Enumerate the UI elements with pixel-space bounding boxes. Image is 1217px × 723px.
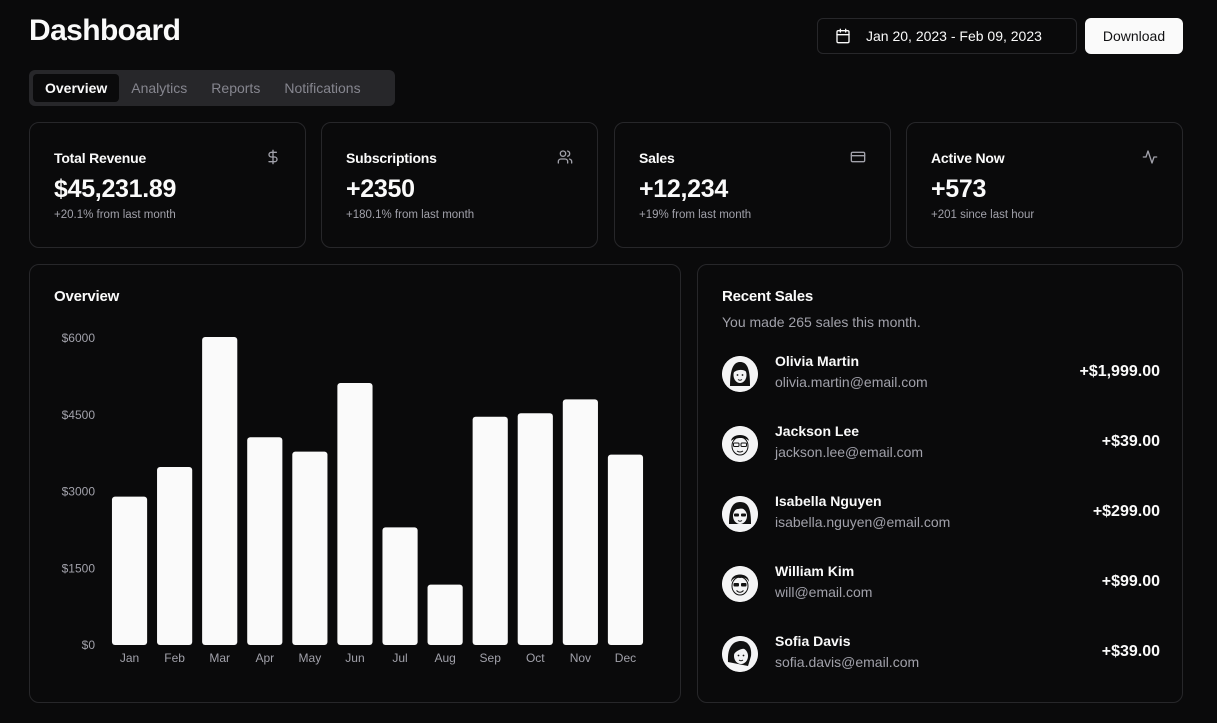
stat-card-active-now: Active Now +573 +201 since last hour — [906, 122, 1183, 248]
stat-card-subscriptions: Subscriptions +2350 +180.1% from last mo… — [321, 122, 598, 248]
sale-email: isabella.nguyen@email.com — [775, 514, 951, 530]
sale-amount: +$39.00 — [1101, 433, 1160, 450]
stat-card-sales: Sales +12,234 +19% from last month — [614, 122, 891, 248]
stat-value: +12,234 — [639, 175, 728, 203]
sale-row: Olivia Martin olivia.martin@email.com +$… — [722, 353, 1160, 397]
credit-card-icon — [850, 151, 866, 163]
sale-row: Isabella Nguyen isabella.nguyen@email.co… — [722, 493, 1160, 537]
sale-amount: +$299.00 — [1092, 503, 1160, 520]
stat-card-total-revenue: Total Revenue $45,231.89 +20.1% from las… — [29, 122, 306, 248]
x-tick-label: Jan — [120, 651, 139, 665]
dollar-icon — [268, 149, 278, 165]
bar-apr[interactable] — [247, 437, 283, 645]
avatar — [722, 636, 758, 672]
y-tick-label: $3000 — [62, 485, 96, 499]
x-tick-label: Mar — [209, 651, 230, 665]
y-tick-label: $4500 — [62, 408, 96, 422]
bar-nov[interactable] — [562, 399, 598, 645]
sale-email: sofia.davis@email.com — [775, 654, 920, 670]
sale-name: Jackson Lee — [775, 423, 860, 439]
date-range-label: Jan 20, 2023 - Feb 09, 2023 — [866, 28, 1042, 44]
overview-bar-chart: $0 $1500 $3000 $4500 $6000 Jan Feb Mar Apr May Jun… — [62, 331, 644, 665]
stat-sub: +19% from last month — [639, 209, 752, 221]
avatar-olivia-icon — [722, 356, 758, 392]
tab-reports[interactable]: Reports — [199, 74, 272, 102]
x-tick-label: Jul — [392, 651, 407, 665]
sale-row: Sofia Davis sofia.davis@email.com +$39.0… — [722, 633, 1160, 677]
avatar-william-icon — [722, 566, 758, 602]
activity-icon — [1142, 150, 1158, 164]
stat-value: +573 — [931, 175, 987, 203]
bar-aug[interactable] — [427, 584, 463, 645]
avatar — [722, 426, 758, 462]
stat-sub: +201 since last hour — [931, 209, 1035, 221]
x-tick-label: Feb — [164, 651, 185, 665]
bar-jun[interactable] — [337, 383, 373, 645]
recent-sales-title: Recent Sales — [722, 288, 813, 305]
sale-row: Jackson Lee jackson.lee@email.com +$39.0… — [722, 423, 1160, 467]
x-tick-label: Sep — [480, 651, 502, 665]
x-tick-label: Jun — [345, 651, 364, 665]
sale-amount: +$1,999.00 — [1079, 363, 1160, 380]
bar-mar[interactable] — [202, 336, 238, 645]
bar-feb[interactable] — [157, 466, 193, 645]
x-tick-label: Nov — [570, 651, 591, 665]
sale-email: will@email.com — [775, 584, 873, 600]
bar-jan[interactable] — [111, 496, 148, 645]
sale-name: Sofia Davis — [775, 633, 851, 649]
y-tick-label: $0 — [82, 638, 96, 652]
date-range-picker[interactable]: Jan 20, 2023 - Feb 09, 2023 — [817, 18, 1077, 54]
x-tick-label: Oct — [526, 651, 545, 665]
sale-amount: +$39.00 — [1101, 643, 1160, 660]
avatar — [722, 566, 758, 602]
stat-value: $45,231.89 — [54, 175, 177, 203]
sale-name: Olivia Martin — [775, 353, 860, 369]
avatar-sofia-icon — [722, 636, 758, 672]
stat-value: +2350 — [346, 175, 415, 203]
sale-email: olivia.martin@email.com — [775, 374, 928, 390]
stat-sub: +20.1% from last month — [54, 209, 176, 221]
tab-analytics[interactable]: Analytics — [119, 74, 199, 102]
avatar — [722, 496, 758, 532]
sale-amount: +$99.00 — [1101, 573, 1160, 590]
stat-sub: +180.1% from last month — [346, 209, 475, 221]
tab-notifications[interactable]: Notifications — [272, 74, 372, 102]
users-icon — [557, 150, 573, 164]
x-tick-label: Apr — [255, 651, 274, 665]
stat-label: Total Revenue — [54, 150, 147, 166]
y-tick-label: $1500 — [62, 561, 96, 575]
bar-sep[interactable] — [472, 416, 508, 645]
x-tick-label: Dec — [615, 651, 636, 665]
sale-row: William Kim will@email.com +$99.00 — [722, 563, 1160, 607]
recent-sales-description: You made 265 sales this month. — [722, 314, 921, 330]
avatar — [722, 356, 758, 392]
bar-may[interactable] — [292, 451, 328, 645]
bar-oct[interactable] — [517, 413, 553, 645]
x-tick-label: May — [299, 651, 322, 665]
y-tick-label: $6000 — [62, 331, 96, 345]
sale-email: jackson.lee@email.com — [775, 444, 924, 460]
page-title: Dashboard — [29, 14, 181, 47]
overview-card: Overview $0 $1500 $3000 $4500 $6000 Jan Feb Mar… — [29, 264, 681, 703]
recent-sales-card: Recent Sales You made 265 sales this mon… — [697, 264, 1183, 703]
tab-bar: Overview Analytics Reports Notifications — [29, 70, 395, 106]
calendar-icon — [836, 28, 850, 44]
x-tick-label: Aug — [434, 651, 455, 665]
bar-jul[interactable] — [382, 527, 418, 645]
sale-name: William Kim — [775, 563, 855, 579]
sale-name: Isabella Nguyen — [775, 493, 882, 509]
stat-label: Sales — [639, 150, 675, 166]
avatar-isabella-icon — [722, 496, 758, 532]
stat-label: Active Now — [931, 150, 1005, 166]
bar-dec[interactable] — [607, 454, 644, 645]
tab-overview[interactable]: Overview — [33, 74, 120, 102]
avatar-jackson-icon — [722, 426, 758, 462]
download-button[interactable]: Download — [1085, 18, 1183, 54]
stat-label: Subscriptions — [346, 150, 437, 166]
